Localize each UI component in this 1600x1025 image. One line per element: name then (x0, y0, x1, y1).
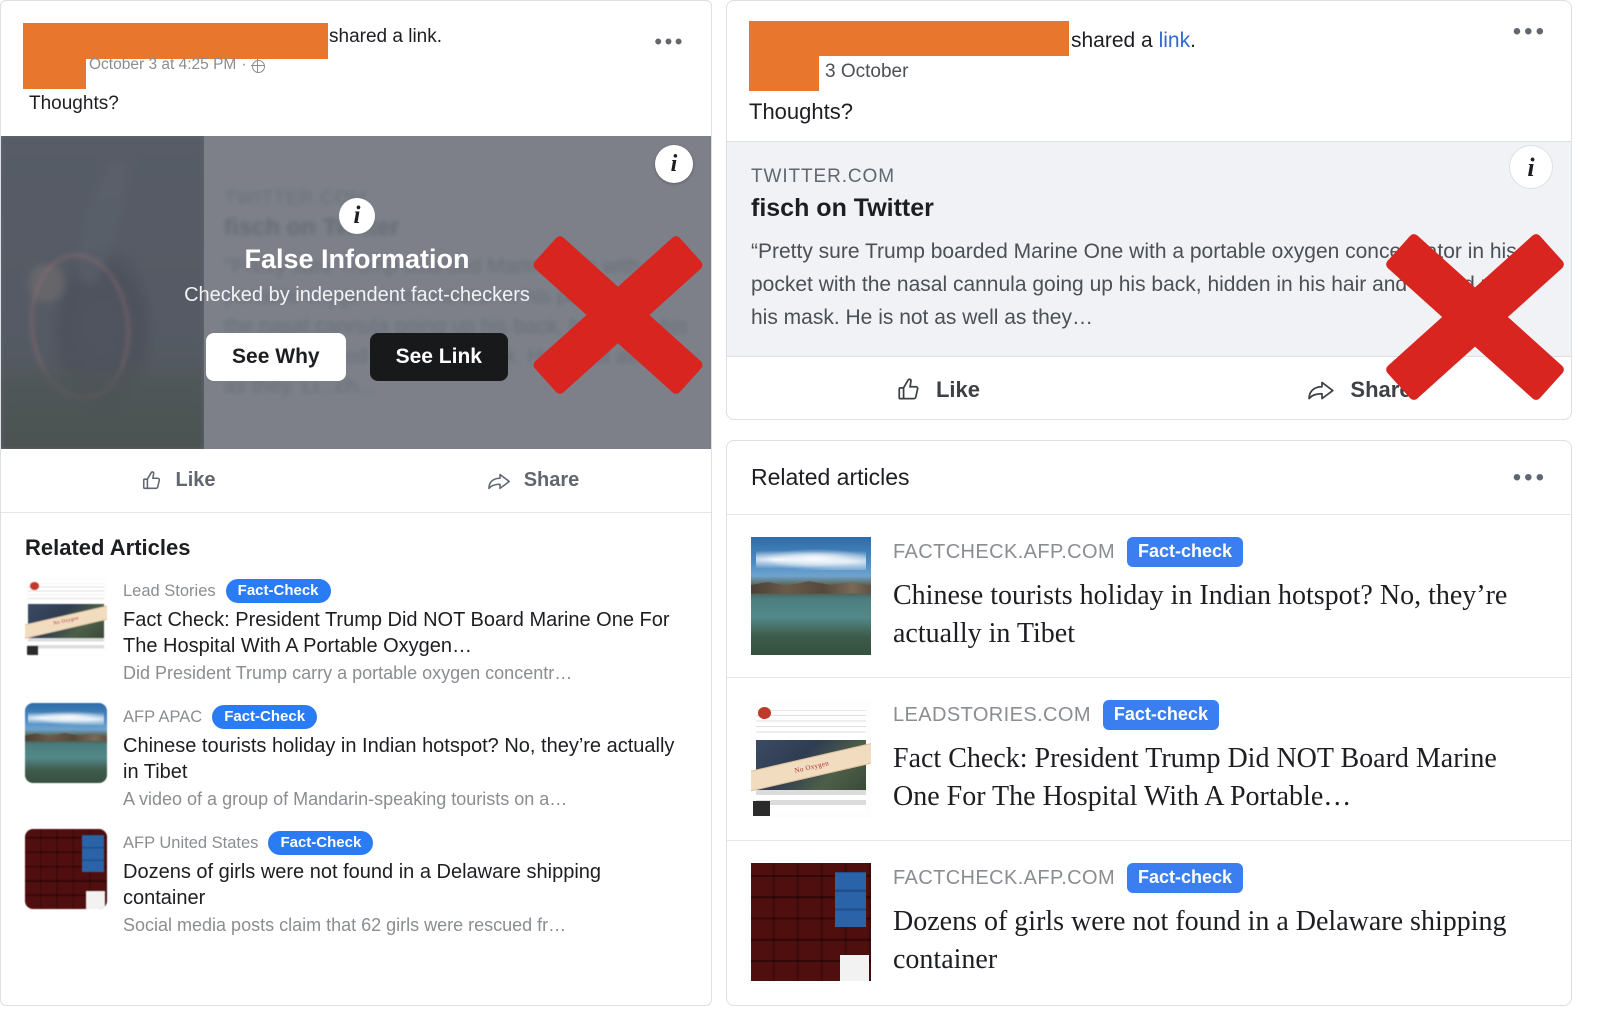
no-oxygen-text: No Oxygen (53, 616, 81, 628)
related-articles-header-right: Related articles ••• (727, 441, 1571, 515)
article-source: AFP APAC (123, 707, 203, 726)
fact-check-badge: Fact-Check (268, 831, 374, 855)
article-headline: Chinese tourists holiday in Indian hotsp… (893, 580, 1508, 649)
post-byline-left: shared a link. (329, 26, 443, 47)
see-why-button[interactable]: See Why (206, 333, 346, 381)
related-articles-title-left: Related Articles (25, 535, 191, 560)
like-button-left[interactable]: Like (1, 469, 356, 492)
post-header-left: shared a link. October 3 at 4:25 PM · ••… (1, 1, 711, 136)
link-preview-with-false-info-overlay[interactable]: TWITTER.COM fisch on Twitter "Pretty sur… (1, 136, 711, 449)
article-thumbnail-lake (751, 537, 871, 655)
article-headline: Fact Check: President Trump Did NOT Boar… (893, 743, 1497, 812)
dot-separator: · (241, 56, 247, 73)
article-headline: Dozens of girls were not found in a Dela… (893, 906, 1507, 975)
article-source: FACTCHECK.AFP.COM (893, 540, 1116, 563)
byline-prefix: shared a (1071, 29, 1159, 52)
share-button-left[interactable]: Share (356, 469, 711, 492)
related-articles-card-right: Related articles ••• FACTCHECK.AFP.COM F… (726, 440, 1572, 1006)
post-menu-ellipsis-icon[interactable]: ••• (1513, 20, 1547, 44)
post-actions-right: Like Share (727, 359, 1571, 419)
article-thumbnail-lake (25, 703, 107, 783)
comparison-screenshot: shared a link. October 3 at 4:25 PM · ••… (0, 0, 1600, 1025)
share-arrow-icon (487, 473, 510, 489)
timestamp-text: October 3 at 4:25 PM (89, 56, 237, 73)
article-snippet: Social media posts claim that 62 girls w… (123, 915, 567, 935)
fact-check-badge: Fact-check (1127, 863, 1244, 893)
info-icon: i (339, 198, 375, 234)
post-card-right: shared a link. 3 October ••• Thoughts? T… (726, 0, 1572, 420)
post-byline-right: shared a link. (1071, 29, 1196, 53)
like-button-right[interactable]: Like (727, 377, 1149, 403)
preview-domain-right: TWITTER.COM (751, 166, 895, 187)
no-oxygen-text: No Oxygen (794, 758, 831, 775)
share-button-right[interactable]: Share (1149, 377, 1571, 403)
like-label-left: Like (175, 469, 216, 491)
related-articles-left: Related Articles No Oxygen Lead Stories … (1, 513, 711, 937)
article-thumbnail-containers (25, 829, 107, 909)
thumbs-up-icon (143, 470, 161, 489)
redacted-avatar-block (749, 56, 819, 91)
facebook-post-card-right: shared a link. 3 October ••• Thoughts? T… (726, 0, 1600, 1006)
article-source: FACTCHECK.AFP.COM (893, 866, 1116, 889)
related-articles-title-right: Related articles (751, 464, 910, 490)
fact-check-badge: Fact-Check (225, 579, 331, 603)
article-snippet: Did President Trump carry a portable oxy… (123, 663, 573, 683)
byline-period: . (1190, 29, 1196, 52)
post-text-left: Thoughts? (29, 93, 119, 114)
post-menu-ellipsis-icon[interactable]: ••• (654, 31, 685, 53)
table-row[interactable]: FACTCHECK.AFP.COM Fact-check Chinese tou… (727, 515, 1571, 678)
preview-description-right: “Pretty sure Trump boarded Marine One wi… (751, 240, 1535, 329)
fact-check-badge: Fact-check (1127, 537, 1244, 567)
related-menu-ellipsis-icon[interactable]: ••• (1513, 465, 1547, 489)
article-headline: Dozens of girls were not found in a Dela… (123, 861, 602, 909)
list-item[interactable]: AFP United States Fact-Check Dozens of g… (25, 829, 687, 937)
table-row[interactable]: FACTCHECK.AFP.COM Fact-check Dozens of g… (727, 841, 1571, 1003)
article-source: LEADSTORIES.COM (893, 703, 1091, 726)
link-word[interactable]: link (1159, 29, 1191, 52)
share-label-right: Share (1350, 377, 1412, 402)
see-link-button[interactable]: See Link (369, 333, 508, 381)
false-information-overlay: i False Information Checked by independe… (1, 136, 711, 449)
redacted-avatar-block (23, 59, 86, 89)
article-snippet: A video of a group of Mandarin-speaking … (123, 789, 568, 809)
share-label-left: Share (523, 469, 580, 491)
redacted-name-block (749, 21, 1069, 56)
post-header-right: shared a link. 3 October ••• Thoughts? (727, 1, 1571, 124)
table-row[interactable]: No Oxygen LEADSTORIES.COM Fact-check Fac… (727, 678, 1571, 841)
globe-icon (250, 58, 265, 73)
false-information-title: False Information (244, 244, 470, 274)
post-timestamp-left: October 3 at 4:25 PM · (89, 56, 265, 74)
article-headline: Fact Check: President Trump Did NOT Boar… (123, 609, 670, 657)
facebook-post-card-left: shared a link. October 3 at 4:25 PM · ••… (0, 0, 712, 1006)
article-thumbnail-containers (751, 863, 871, 981)
post-text-right: Thoughts? (749, 99, 853, 124)
list-item[interactable]: AFP APAC Fact-Check Chinese tourists hol… (25, 703, 687, 811)
link-preview-right[interactable]: TWITTER.COM fisch on Twitter “Pretty sur… (727, 141, 1571, 357)
post-actions-left: Like Share (1, 449, 711, 513)
info-icon-corner-right[interactable]: i (1509, 145, 1553, 189)
list-item[interactable]: No Oxygen Lead Stories Fact-Check Fact C… (25, 577, 687, 685)
false-information-subtitle: Checked by independent fact-checkers (184, 284, 530, 306)
article-headline: Chinese tourists holiday in Indian hotsp… (123, 735, 675, 783)
fact-check-badge: Fact-check (1102, 700, 1219, 730)
article-source: Lead Stories (123, 581, 216, 600)
article-thumbnail-leadstories: No Oxygen (25, 577, 107, 657)
share-arrow-icon (1308, 381, 1335, 400)
like-label-right: Like (935, 377, 981, 402)
post-timestamp-right: 3 October (825, 61, 909, 82)
info-icon-corner-left[interactable]: i (655, 145, 693, 183)
preview-title-right: fisch on Twitter (751, 194, 934, 222)
article-source: AFP United States (123, 833, 259, 852)
thumbs-up-icon (898, 378, 919, 400)
redacted-name-block (23, 23, 328, 59)
article-thumbnail-leadstories: No Oxygen (751, 700, 871, 818)
fact-check-badge: Fact-Check (212, 705, 318, 729)
